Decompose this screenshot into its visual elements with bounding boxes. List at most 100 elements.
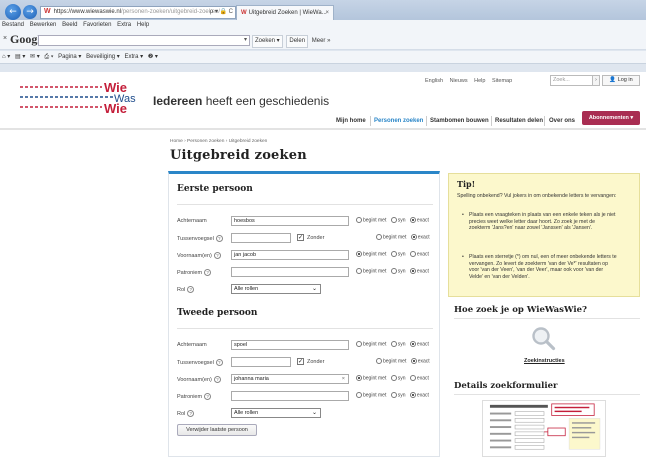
print-icon[interactable]: ⎙ ▾: [44, 54, 53, 60]
achternaam-input[interactable]: spoel: [231, 340, 349, 350]
tip-intro: Spelling onbekend? Vul jokers in om onbe…: [457, 193, 617, 199]
address-tools-icon[interactable]: ρ ▾ 🔒 C: [210, 7, 233, 18]
menu-beeld[interactable]: Beeld: [62, 22, 77, 28]
menu-favorieten[interactable]: Favorieten: [83, 22, 111, 28]
remove-last-person-button[interactable]: Verwijder laatste persoon: [177, 424, 257, 436]
voornamen-input[interactable]: jan jacob: [231, 250, 349, 260]
help-icon[interactable]: ❷ ▾: [148, 54, 158, 60]
row-tussenvoegsel-2: Tussenvoegsel? ✓ Zonder begint met exact: [169, 357, 441, 369]
link-english[interactable]: English: [425, 78, 443, 84]
radio-begint-met[interactable]: [356, 251, 362, 257]
tussenvoegsel-input[interactable]: [231, 357, 291, 367]
menu-bewerken[interactable]: Bewerken: [30, 22, 57, 28]
help-icon[interactable]: ?: [213, 252, 221, 259]
patroniem-input[interactable]: [231, 391, 349, 401]
subscriptions-button[interactable]: Abonnementen ▾: [582, 111, 640, 125]
radio-begint-met[interactable]: [376, 234, 382, 240]
browser-tab-active[interactable]: W Uitgebreid Zoeken | WieWa... ×: [236, 5, 334, 20]
chevron-down-icon[interactable]: ▾: [244, 36, 247, 45]
radio-begint-met[interactable]: [356, 217, 362, 223]
radio-exact[interactable]: [409, 375, 416, 381]
link-nieuws[interactable]: Nieuws: [450, 78, 468, 84]
radio-syn[interactable]: [390, 375, 397, 381]
link-sitemap[interactable]: Sitemap: [492, 78, 512, 84]
zonder-checkbox[interactable]: ✓: [297, 358, 304, 365]
rol-select[interactable]: Alle rollen ⌄: [231, 408, 321, 418]
login-button[interactable]: 👤 Log in: [602, 75, 640, 86]
search-submit-icon[interactable]: ›: [592, 75, 600, 86]
menu-extra[interactable]: Extra: [117, 22, 131, 28]
google-more-button[interactable]: Meer »: [312, 38, 331, 44]
radio-exact[interactable]: [409, 268, 416, 274]
rol-select[interactable]: Alle rollen ⌄: [231, 284, 321, 294]
close-icon[interactable]: ×: [3, 35, 7, 42]
patroniem-input[interactable]: [231, 267, 349, 277]
mail-icon[interactable]: ✉ ▾: [30, 54, 40, 60]
nav-mijn-home[interactable]: Mijn home: [336, 114, 366, 128]
home-icon[interactable]: ⌂ ▾: [2, 54, 10, 60]
url-domain: https://www.wiewaswie.nl: [53, 9, 122, 15]
help-icon[interactable]: ?: [213, 376, 221, 383]
help-icon[interactable]: ?: [215, 235, 223, 242]
radio-syn[interactable]: [390, 251, 397, 257]
breadcrumb[interactable]: Home › Personen zoeken › Uitgebreid zoek…: [170, 139, 267, 144]
radio-exact[interactable]: [409, 392, 416, 398]
radio-exact[interactable]: [410, 234, 417, 240]
row-voornamen-2: Voornaam(en)? johanna maria × begint met …: [169, 374, 441, 386]
form-details-thumbnail[interactable]: [482, 400, 606, 457]
radio-begint-met[interactable]: [356, 392, 362, 398]
google-search-input[interactable]: ▾: [38, 35, 250, 46]
radio-syn[interactable]: [390, 392, 397, 398]
nav-resultaten-delen[interactable]: Resultaten delen: [495, 114, 543, 128]
radio-syn[interactable]: [390, 341, 397, 347]
google-search-button[interactable]: Zoeken ▾: [252, 35, 283, 48]
label-voornamen: Voornaam(en)?: [177, 252, 221, 259]
forward-button[interactable]: →: [23, 5, 37, 19]
help-icon[interactable]: ?: [204, 269, 212, 276]
address-bar[interactable]: W https://www.wiewaswie.nl/personen-zoek…: [40, 6, 236, 19]
wiewaswie-logo[interactable]: Wie Was Wie: [18, 78, 136, 118]
cmd-extra[interactable]: Extra ▾: [125, 54, 144, 60]
back-button[interactable]: ←: [5, 4, 21, 20]
radio-exact[interactable]: [409, 251, 416, 257]
form-details-title: Details zoekformulier: [454, 381, 558, 391]
label-patroniem: Patroniem?: [177, 393, 212, 400]
zonder-checkbox[interactable]: ✓: [297, 234, 304, 241]
radio-begint-met[interactable]: [356, 375, 362, 381]
menu-help[interactable]: Help: [137, 22, 149, 28]
google-share-button[interactable]: Delen: [286, 35, 309, 48]
google-toolbar: × Google ▾ Zoeken ▾ Delen Meer »: [0, 31, 646, 50]
row-rol-2: Rol? Alle rollen ⌄: [169, 408, 441, 420]
radio-exact[interactable]: [409, 217, 416, 223]
voornamen-input[interactable]: johanna maria ×: [231, 374, 349, 384]
radio-exact[interactable]: [410, 358, 417, 364]
menu-bestand[interactable]: Bestand: [2, 22, 24, 28]
feeds-icon[interactable]: ▤ ▾: [15, 54, 25, 60]
nav-stambomen-bouwen[interactable]: Stambomen bouwen: [430, 114, 489, 128]
tip-bullet-1: Plaats een vraagteken in plaats van een …: [462, 212, 617, 232]
radio-begint-met[interactable]: [356, 341, 362, 347]
clear-input-icon[interactable]: ×: [342, 375, 345, 383]
cmd-pagina[interactable]: Pagina ▾: [58, 54, 81, 60]
nav-personen-zoeken[interactable]: Personen zoeken: [374, 114, 423, 128]
tab-close-icon[interactable]: ×: [325, 6, 329, 20]
radio-syn[interactable]: [390, 217, 397, 223]
site-tagline: Iedereen heeft een geschiedenis: [153, 94, 329, 108]
search-instructions-link[interactable]: Zoekinstructies: [524, 358, 565, 364]
achternaam-input[interactable]: hoesbos: [231, 216, 349, 226]
cmd-beveiliging[interactable]: Beveiliging ▾: [86, 54, 120, 60]
radio-begint-met[interactable]: [356, 268, 362, 274]
nav-over-ons[interactable]: Over ons: [549, 114, 575, 128]
help-icon[interactable]: ?: [204, 393, 212, 400]
help-icon[interactable]: ?: [187, 410, 195, 417]
help-icon[interactable]: ?: [187, 286, 195, 293]
link-help[interactable]: Help: [474, 78, 485, 84]
tussenvoegsel-input[interactable]: [231, 233, 291, 243]
radio-exact[interactable]: [409, 341, 416, 347]
radio-syn[interactable]: [390, 268, 397, 274]
site-search-input[interactable]: Zoek...: [550, 75, 598, 86]
menu-bar: Bestand Bewerken Beeld Favorieten Extra …: [0, 20, 646, 31]
radio-begint-met[interactable]: [376, 358, 382, 364]
row-achternaam-1: Achternaam hoesbos begint met syn exact: [169, 216, 441, 228]
help-icon[interactable]: ?: [215, 359, 223, 366]
